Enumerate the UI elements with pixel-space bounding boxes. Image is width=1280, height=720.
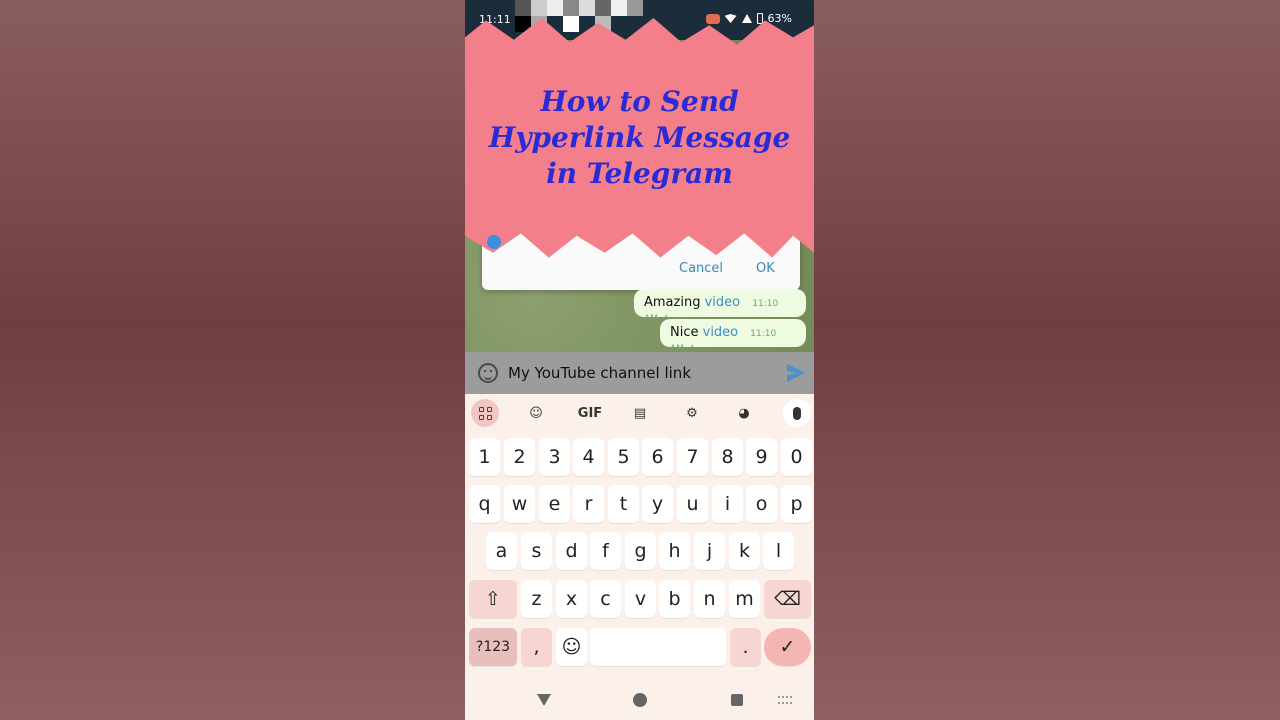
enter-key[interactable]: ✓ — [764, 628, 811, 666]
pixelated-area — [595, 0, 611, 16]
key[interactable]: l — [763, 532, 794, 570]
emoji-icon[interactable] — [478, 363, 498, 383]
pixelated-area — [515, 0, 531, 16]
emoji-key[interactable]: ☺ — [556, 628, 587, 666]
banner-title: How to Send Hyperlink Message in Telegra… — [465, 84, 814, 192]
key[interactable]: f — [590, 532, 621, 570]
wifi-icon — [724, 14, 737, 23]
key[interactable]: y — [642, 485, 673, 523]
sticker-icon[interactable]: ☺ — [523, 400, 549, 426]
key[interactable]: e — [539, 485, 570, 523]
key[interactable]: 7 — [677, 438, 708, 476]
key[interactable]: h — [659, 532, 690, 570]
banner-line-3: in Telegram — [546, 157, 733, 190]
key[interactable]: 6 — [642, 438, 673, 476]
dialog-indicator-dot — [487, 235, 501, 249]
key[interactable]: x — [556, 580, 587, 618]
key[interactable]: s — [521, 532, 552, 570]
pixelated-area — [563, 16, 579, 32]
message-link[interactable]: video — [703, 325, 739, 340]
banner-line-2: Hyperlink Message — [488, 121, 791, 154]
key[interactable]: b — [659, 580, 690, 618]
key[interactable]: t — [608, 485, 639, 523]
key[interactable]: c — [590, 580, 621, 618]
banner-line-1: How to Send — [540, 85, 739, 118]
key[interactable]: i — [712, 485, 743, 523]
signal-icon — [741, 14, 752, 23]
key[interactable]: o — [746, 485, 777, 523]
keyboard-switch-icon[interactable] — [778, 696, 792, 704]
key[interactable]: 2 — [504, 438, 535, 476]
ok-button[interactable]: OK — [756, 261, 775, 276]
pixelated-area — [563, 0, 579, 16]
record-icon — [705, 13, 720, 24]
clipboard-icon[interactable]: ▤ — [627, 400, 653, 426]
key[interactable]: q — [469, 485, 500, 523]
pixelated-area — [579, 0, 595, 16]
symbols-key[interactable]: ?123 — [469, 628, 517, 666]
shift-key[interactable]: ⇧ — [469, 580, 517, 618]
key[interactable]: j — [694, 532, 725, 570]
message-input[interactable]: My YouTube channel link — [508, 364, 691, 382]
backspace-key[interactable]: ⌫ — [764, 580, 811, 618]
home-icon[interactable] — [633, 693, 647, 707]
key[interactable]: 5 — [608, 438, 639, 476]
key[interactable]: r — [573, 485, 604, 523]
battery-level: 63% — [767, 12, 792, 25]
navigation-bar — [465, 680, 814, 720]
space-key[interactable] — [590, 628, 726, 666]
key[interactable]: 8 — [712, 438, 743, 476]
key[interactable]: d — [556, 532, 587, 570]
message-link[interactable]: video — [705, 295, 741, 310]
battery-icon — [756, 13, 763, 24]
back-icon[interactable] — [537, 694, 551, 706]
period-key[interactable]: . — [730, 628, 761, 666]
microphone-icon[interactable] — [783, 399, 811, 427]
cancel-button[interactable]: Cancel — [679, 261, 723, 276]
gif-button[interactable]: GIF — [575, 400, 605, 426]
key[interactable]: 3 — [539, 438, 570, 476]
key[interactable]: 4 — [573, 438, 604, 476]
pixelated-area — [547, 0, 563, 16]
apps-grid-icon[interactable] — [471, 399, 499, 427]
recents-icon[interactable] — [731, 694, 743, 706]
message-bubble[interactable]: Nice video 11:10 AM ✓ — [660, 319, 806, 354]
key[interactable]: n — [694, 580, 725, 618]
phone-screen: 11:11 63% Cancel OK Amazing video 11:10 … — [465, 0, 814, 720]
key[interactable]: p — [781, 485, 812, 523]
comma-key[interactable]: , — [521, 628, 552, 666]
status-icons: 63% — [705, 12, 792, 25]
message-text: Nice — [670, 325, 699, 340]
pixelated-area — [611, 0, 627, 16]
key[interactable]: 1 — [469, 438, 500, 476]
key[interactable]: z — [521, 580, 552, 618]
message-bubble[interactable]: Amazing video 11:10 AM ✓ — [634, 289, 806, 324]
gear-icon[interactable]: ⚙ — [679, 400, 705, 426]
pixelated-area — [627, 0, 643, 16]
key[interactable]: v — [625, 580, 656, 618]
key[interactable]: k — [729, 532, 760, 570]
message-input-bar: My YouTube channel link — [465, 352, 814, 394]
key[interactable]: u — [677, 485, 708, 523]
key[interactable]: w — [504, 485, 535, 523]
key[interactable]: 9 — [746, 438, 777, 476]
keyboard-toolbar: ☺ GIF ▤ ⚙ ◕ — [465, 394, 814, 432]
send-icon[interactable] — [787, 364, 805, 382]
title-banner: How to Send Hyperlink Message in Telegra… — [465, 18, 814, 258]
pixelated-area — [531, 0, 547, 16]
palette-icon[interactable]: ◕ — [731, 400, 757, 426]
key[interactable]: a — [486, 532, 517, 570]
keyboard: 1 2 3 4 5 6 7 8 9 0 q w e r t y u i o p … — [465, 432, 814, 680]
key[interactable]: g — [625, 532, 656, 570]
key[interactable]: 0 — [781, 438, 812, 476]
key[interactable]: m — [729, 580, 760, 618]
message-text: Amazing — [644, 295, 701, 310]
